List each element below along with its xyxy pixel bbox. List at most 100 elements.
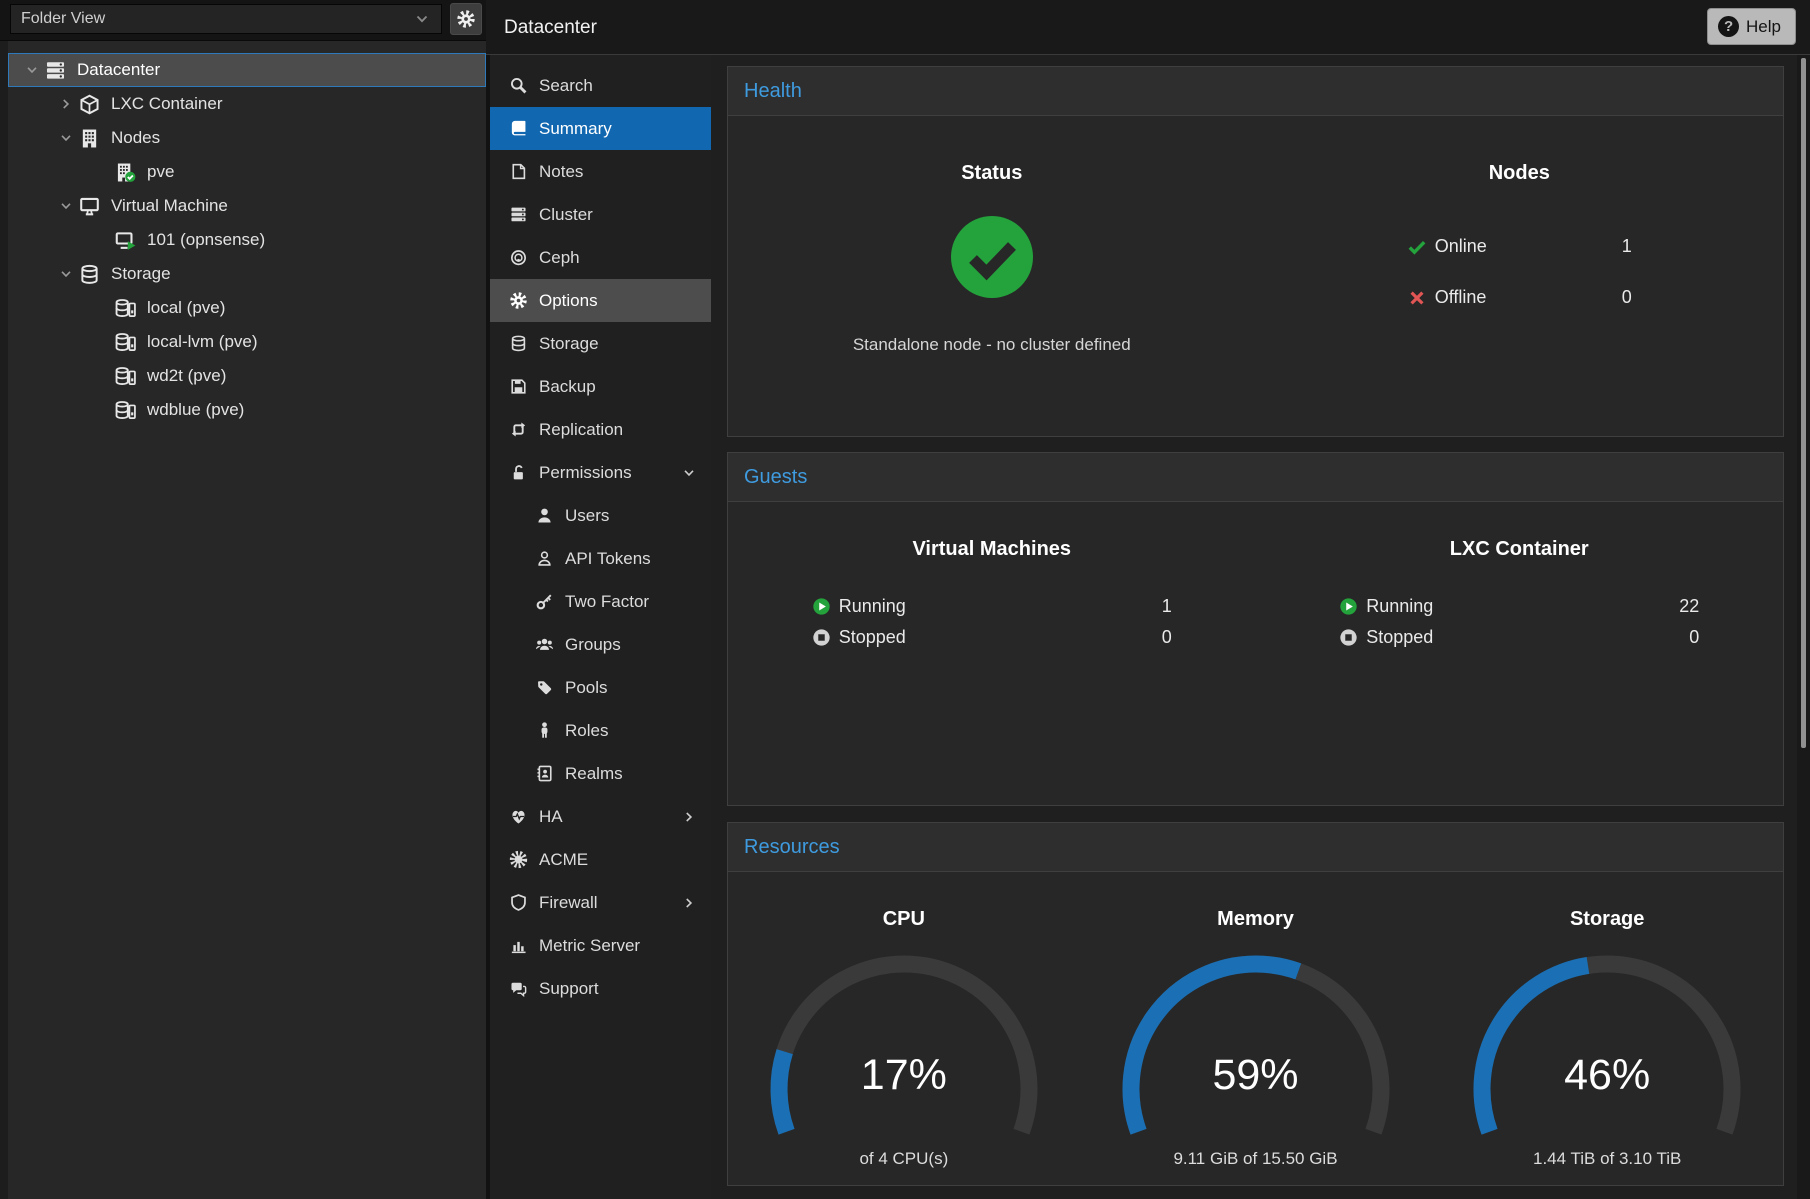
caret-spacer <box>92 400 112 420</box>
tree-item-storage[interactable]: Storage <box>8 257 486 291</box>
menu-item-support[interactable]: Support <box>490 967 711 1010</box>
user-outline-icon <box>532 548 556 570</box>
view-selector-dropdown[interactable]: Folder View <box>10 4 442 34</box>
guest-state-label: Stopped <box>1366 627 1689 648</box>
menu-item-groups[interactable]: Groups <box>490 623 711 666</box>
user-icon <box>532 505 556 527</box>
content-scrollbar[interactable] <box>1797 55 1810 1199</box>
question-icon: ? <box>1718 16 1739 37</box>
resources-panel: Resources CPU17%of 4 CPU(s)Memory59%9.11… <box>727 822 1784 1186</box>
menu-item-users[interactable]: Users <box>490 494 711 537</box>
guests-panel-title: Guests <box>728 453 1783 502</box>
menu-item-cluster[interactable]: Cluster <box>490 193 711 236</box>
menu-item-options[interactable]: Options <box>490 279 711 322</box>
tree-item-wdblue-pve[interactable]: wdblue (pve) <box>8 393 486 427</box>
tree-item-101-opnsense[interactable]: 101 (opnsense) <box>8 223 486 257</box>
tree-item-lxc-container[interactable]: LXC Container <box>8 87 486 121</box>
tree-item-local-lvm-pve[interactable]: local-lvm (pve) <box>8 325 486 359</box>
menu-item-permissions[interactable]: Permissions <box>490 451 711 494</box>
chevron-down-icon[interactable] <box>56 128 76 148</box>
menu-item-realms[interactable]: Realms <box>490 752 711 795</box>
menu-item-backup[interactable]: Backup <box>490 365 711 408</box>
running-icon <box>1339 597 1358 616</box>
chevron-down-icon[interactable] <box>56 264 76 284</box>
replication-icon <box>506 419 530 441</box>
menu-item-api-tokens[interactable]: API Tokens <box>490 537 711 580</box>
resource-heading: Memory <box>1217 908 1294 931</box>
tree-item-label: Virtual Machine <box>111 196 228 216</box>
resources-panel-title: Resources <box>728 823 1783 872</box>
node-state-value: 0 <box>1622 287 1632 308</box>
menu-item-notes[interactable]: Notes <box>490 150 711 193</box>
bar-chart-icon <box>506 935 530 957</box>
guest-row-running: Running1 <box>812 591 1172 622</box>
menu-item-firewall[interactable]: Firewall <box>490 881 711 924</box>
tree-item-virtual-machine[interactable]: Virtual Machine <box>8 189 486 223</box>
tree-item-pve[interactable]: pve <box>8 155 486 189</box>
menu-item-label: API Tokens <box>565 549 651 569</box>
tree-item-label: 101 (opnsense) <box>147 230 265 250</box>
chevron-right-icon[interactable] <box>681 809 697 825</box>
health-status-column: Status Standalone node - no cluster defi… <box>728 116 1256 355</box>
status-heading: Status <box>961 162 1022 185</box>
guests-column-heading: Virtual Machines <box>912 538 1071 561</box>
menu-item-two-factor[interactable]: Two Factor <box>490 580 711 623</box>
menu-item-storage[interactable]: Storage <box>490 322 711 365</box>
tree-item-label: Nodes <box>111 128 160 148</box>
database-icon <box>76 262 102 286</box>
chevron-down-icon[interactable] <box>22 60 42 80</box>
help-button[interactable]: ? Help <box>1707 8 1796 45</box>
caret-spacer <box>92 230 112 250</box>
tree-item-datacenter[interactable]: Datacenter <box>8 53 486 87</box>
tree-item-nodes[interactable]: Nodes <box>8 121 486 155</box>
menu-item-label: ACME <box>539 850 588 870</box>
menu-item-summary[interactable]: Summary <box>490 107 711 150</box>
scrollbar-thumb[interactable] <box>1801 58 1806 748</box>
gauge-subtitle: 9.11 GiB of 15.50 GiB <box>1173 1149 1337 1169</box>
menu-item-acme[interactable]: ACME <box>490 838 711 881</box>
menu-item-label: Storage <box>539 334 599 354</box>
menu-item-metric-server[interactable]: Metric Server <box>490 924 711 967</box>
guest-row-stopped: Stopped0 <box>1339 622 1699 653</box>
tree-item-label: LXC Container <box>111 94 223 114</box>
node-state-value: 1 <box>1622 236 1632 257</box>
person-icon <box>532 720 556 742</box>
menu-item-label: Firewall <box>539 893 598 913</box>
storage-disk-icon <box>112 398 138 422</box>
stopped-icon <box>1339 628 1358 647</box>
content-header: Datacenter ? Help <box>486 0 1810 55</box>
guest-state-value: 0 <box>1689 627 1699 648</box>
tag-icon <box>532 677 556 699</box>
chevron-down-icon[interactable] <box>681 465 697 481</box>
chevron-right-icon[interactable] <box>56 94 76 114</box>
menu-item-replication[interactable]: Replication <box>490 408 711 451</box>
menu-item-ceph[interactable]: Ceph <box>490 236 711 279</box>
proxmox-app: Folder View Datacenter LXC Container Nodes… <box>0 0 1810 1199</box>
gauge-percent: 46% <box>1457 1051 1757 1100</box>
tree-toolbar: Folder View <box>0 0 486 41</box>
chevron-down-icon[interactable] <box>56 196 76 216</box>
tree-settings-button[interactable] <box>450 3 482 35</box>
menu-item-label: Pools <box>565 678 608 698</box>
datacenter-icon <box>42 58 68 82</box>
menu-item-roles[interactable]: Roles <box>490 709 711 752</box>
guests-table: Running1Stopped0 <box>812 591 1172 653</box>
menu-item-pools[interactable]: Pools <box>490 666 711 709</box>
resource-tree: Datacenter LXC Container Nodes pve Virtual M… <box>0 41 486 1199</box>
tree-item-local-pve[interactable]: local (pve) <box>8 291 486 325</box>
nodes-row-offline: Offline0 <box>1407 272 1632 323</box>
heartbeat-icon <box>506 806 530 828</box>
chevron-right-icon[interactable] <box>681 895 697 911</box>
tree-item-wd2t-pve[interactable]: wd2t (pve) <box>8 359 486 393</box>
menu-item-label: Ceph <box>539 248 580 268</box>
health-panel: Health Status Standalone node - no clust… <box>727 66 1784 437</box>
menu-item-ha[interactable]: HA <box>490 795 711 838</box>
menu-item-label: Users <box>565 506 609 526</box>
menu-item-search[interactable]: Search <box>490 64 711 107</box>
tree-item-label: Datacenter <box>77 60 160 80</box>
nodes-row-online: Online1 <box>1407 221 1632 272</box>
view-selector-value: Folder View <box>21 10 413 28</box>
menu-item-label: Groups <box>565 635 621 655</box>
menu-item-label: Replication <box>539 420 623 440</box>
menu-item-label: Backup <box>539 377 596 397</box>
